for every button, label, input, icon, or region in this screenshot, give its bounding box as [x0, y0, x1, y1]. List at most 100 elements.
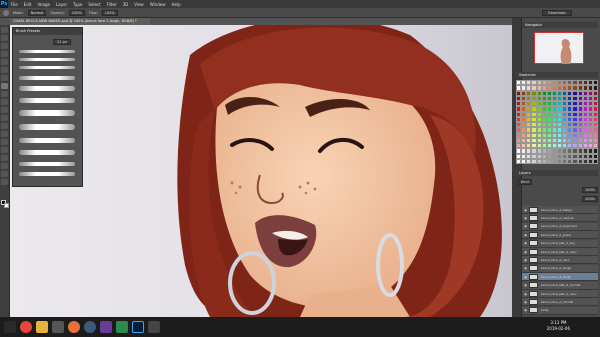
brush-preset-stroke[interactable] — [19, 76, 75, 80]
menu-filter[interactable]: Filter — [104, 2, 120, 7]
gradient-tool-icon[interactable] — [1, 115, 8, 121]
firefox-icon[interactable] — [68, 321, 80, 333]
layer-row[interactable]: ◉ becca_face_2_laugh — [522, 273, 598, 282]
windows-start-icon[interactable] — [4, 321, 16, 333]
brush-preset-stroke[interactable] — [19, 124, 75, 130]
layer-row[interactable]: ◉ becca_face_2_laugh — [522, 264, 598, 273]
eraser-tool-icon[interactable] — [1, 107, 8, 113]
steam-icon[interactable] — [84, 321, 96, 333]
brush-preset-stroke[interactable] — [19, 98, 75, 103]
visibility-eye-icon[interactable]: ◉ — [522, 264, 529, 272]
document-canvas[interactable] — [10, 25, 512, 317]
brush-preset-stroke[interactable] — [19, 66, 75, 69]
brush-preset-stroke[interactable] — [19, 50, 75, 53]
history-brush-tool-icon[interactable] — [1, 99, 8, 105]
brush-size-field[interactable]: 21 px — [53, 39, 71, 45]
layer-row[interactable]: ◉ becca_face_2_nerv — [522, 256, 598, 265]
media-player-icon[interactable] — [52, 321, 64, 333]
menu-file[interactable]: File — [8, 2, 21, 7]
stamp-tool-icon[interactable] — [1, 91, 8, 97]
navigator-title[interactable]: Navigator — [522, 22, 598, 28]
background-color-swatch[interactable] — [4, 203, 9, 208]
mode-select[interactable]: Normal — [27, 9, 47, 16]
dodge-tool-icon[interactable] — [1, 131, 8, 137]
layer-row[interactable]: ◉ becca_face_2_normal — [522, 298, 598, 307]
visibility-eye-icon[interactable]: ◉ — [522, 206, 529, 214]
layer-row[interactable]: ◉ becca_face_2_neutral — [522, 214, 598, 223]
app-icon[interactable] — [116, 321, 128, 333]
healing-tool-icon[interactable] — [1, 75, 8, 81]
visibility-eye-icon[interactable]: ◉ — [522, 306, 529, 314]
layer-opacity-field[interactable]: 100% — [581, 187, 598, 193]
visibility-eye-icon[interactable]: ◉ — [522, 281, 529, 289]
layer-row[interactable]: ◉ becca_face_talk_2_shy — [522, 239, 598, 248]
eyedropper-tool-icon[interactable] — [1, 67, 8, 73]
navigator-preview — [560, 39, 572, 64]
brush-preset-stroke[interactable] — [19, 162, 75, 166]
visibility-eye-icon[interactable]: ◉ — [522, 273, 529, 281]
workspace-select[interactable]: Essentials — [542, 10, 572, 16]
menu-select[interactable]: Select — [85, 2, 103, 7]
brush-preset-stroke[interactable] — [19, 58, 75, 61]
visibility-eye-icon[interactable]: ◉ — [522, 214, 529, 222]
collapsed-panel-strip[interactable] — [512, 18, 522, 317]
brush-preset-stroke[interactable] — [19, 138, 75, 143]
menu-image[interactable]: Image — [34, 2, 53, 7]
pen-tool-icon[interactable] — [1, 139, 8, 145]
menu-edit[interactable]: Edit — [21, 2, 35, 7]
brush-preset-stroke[interactable] — [19, 110, 75, 116]
layer-row[interactable]: ◉ body — [522, 306, 598, 315]
layer-row[interactable]: ◉ becca_face_2_happy — [522, 206, 598, 214]
quick-select-tool-icon[interactable] — [1, 51, 8, 57]
navigator-thumbnail[interactable] — [534, 32, 584, 64]
path-select-tool-icon[interactable] — [1, 155, 8, 161]
app-icon[interactable] — [148, 321, 160, 333]
layers-kind-select[interactable]: Kind — [518, 178, 532, 185]
chrome-icon[interactable] — [20, 321, 32, 333]
crop-tool-icon[interactable] — [1, 59, 8, 65]
blur-tool-icon[interactable] — [1, 123, 8, 129]
menu-3d[interactable]: 3D — [120, 2, 132, 7]
zoom-tool-icon[interactable] — [1, 179, 8, 185]
visibility-eye-icon[interactable]: ◉ — [522, 248, 529, 256]
photoshop-taskbar-icon[interactable] — [132, 321, 144, 333]
shape-tool-icon[interactable] — [1, 163, 8, 169]
lasso-tool-icon[interactable] — [1, 43, 8, 49]
layer-fill-field[interactable]: 100% — [581, 196, 598, 202]
layer-row[interactable]: ◉ becca_face_talk_2_normal — [522, 281, 598, 290]
layer-row[interactable]: ◉ becca_face_talk_2_nerv — [522, 248, 598, 256]
menu-window[interactable]: Window — [147, 2, 169, 7]
brush-preset-stroke[interactable] — [19, 86, 75, 91]
menu-view[interactable]: View — [131, 2, 147, 7]
brush-tool-icon[interactable] — [3, 9, 9, 16]
brush-preset-stroke[interactable] — [19, 172, 75, 176]
document-tab[interactable]: CHARL BECCA NEW NAKED.psd @ 100% (becca … — [10, 18, 150, 25]
color-swatch[interactable] — [592, 158, 598, 164]
swatches-grid[interactable] — [516, 80, 598, 164]
move-tool-icon[interactable] — [1, 27, 8, 33]
layer-row[interactable]: ◉ becca_face_talk_2_nerv — [522, 290, 598, 298]
visibility-eye-icon[interactable]: ◉ — [522, 290, 529, 298]
type-tool-icon[interactable] — [1, 147, 8, 153]
hand-tool-icon[interactable] — [1, 171, 8, 177]
layer-row[interactable]: ◉ becca_face_2_grace — [522, 231, 598, 240]
system-clock[interactable]: 3:13 PM 2019-02-06 — [547, 320, 570, 332]
visibility-eye-icon[interactable]: ◉ — [522, 256, 529, 264]
flow-field[interactable]: 100% — [101, 9, 118, 16]
visibility-eye-icon[interactable]: ◉ — [522, 231, 529, 239]
brush-tool-icon[interactable] — [1, 83, 8, 89]
visibility-eye-icon[interactable]: ◉ — [522, 298, 529, 306]
visibility-eye-icon[interactable]: ◉ — [522, 239, 529, 247]
file-explorer-icon[interactable] — [36, 321, 48, 333]
app-icon[interactable] — [100, 321, 112, 333]
menu-type[interactable]: Type — [70, 2, 85, 7]
layer-row[interactable]: ◉ becca_face_2_surprised — [522, 222, 598, 231]
marquee-tool-icon[interactable] — [1, 35, 8, 41]
brush-preset-stroke[interactable] — [19, 150, 75, 155]
opacity-field[interactable]: 100% — [68, 9, 85, 16]
layers-title[interactable]: Layers — [516, 170, 598, 176]
swatches-title[interactable]: Swatches — [516, 72, 598, 78]
menu-help[interactable]: Help — [168, 2, 183, 7]
menu-layer[interactable]: Layer — [53, 2, 70, 7]
visibility-eye-icon[interactable]: ◉ — [522, 222, 529, 230]
